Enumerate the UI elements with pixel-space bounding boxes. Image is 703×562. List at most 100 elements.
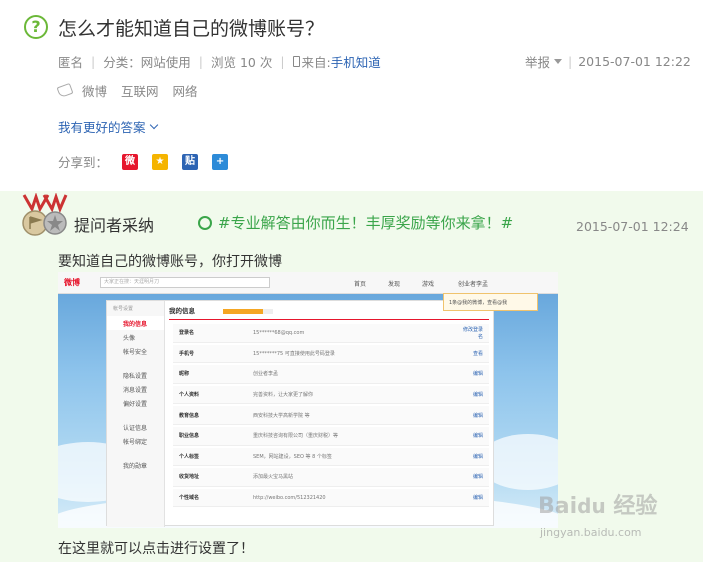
weibo-notice-popup: 1条@我的微博，查看@我 <box>443 293 538 311</box>
weibo-row-action: 编辑 <box>472 392 483 399</box>
promo-banner[interactable]: #专业解答由你而生！丰厚奖励等你来拿！# <box>198 212 513 233</box>
weibo-search: 大家正在搜：天涯明月刀 <box>100 277 270 288</box>
weibo-nav-item: 创业者李孟 <box>458 281 489 288</box>
weibo-sidebar: 帐号设置 我的信息 头像 帐号安全 隐私设置 消息设置 偏好设置 认证信息 帐号… <box>107 301 165 527</box>
baidu-watermark-url: jingyan.baidu.com <box>540 526 642 539</box>
more-share-icon[interactable]: + <box>212 153 229 170</box>
weibo-settings-panel: 帐号设置 我的信息 头像 帐号安全 隐私设置 消息设置 偏好设置 认证信息 帐号… <box>106 300 494 527</box>
share-label: 分享到： <box>58 155 109 170</box>
weibo-row-action: 编辑 <box>472 433 483 440</box>
better-answer-label: 我有更好的答案 <box>58 120 146 135</box>
weibo-logo: 微博 <box>64 278 80 287</box>
tag-item[interactable]: 网络 <box>173 81 198 100</box>
weibo-row-action: 编辑 <box>472 453 483 460</box>
weibo-info-row: 个性域名 http://weibo.com/512321420 编辑 <box>173 488 489 508</box>
weibo-share-icon[interactable]: 微 <box>122 153 139 170</box>
weibo-row-label: 个性域名 <box>179 495 200 502</box>
report-area: 举报 | 2015-07-01 12:22 <box>525 52 691 71</box>
weibo-row-value: SEM，网站建设，SEO 等 8 个标签 <box>253 453 332 460</box>
source-prefix: 来自: <box>301 55 331 70</box>
weibo-info-row: 职业信息 重庆科技咨询有限公司（重庆财税）等 编辑 <box>173 426 489 446</box>
weibo-side-item: 我的信息 <box>107 316 164 330</box>
weibo-row-label: 个人标签 <box>179 453 200 460</box>
tieba-share-icon[interactable]: 贴 <box>182 153 199 170</box>
accepted-label: 提问者采纳 <box>74 216 155 235</box>
weibo-row-action: 查看 <box>472 350 483 357</box>
promo-text: #专业解答由你而生！丰厚奖励等你来拿！# <box>218 214 514 232</box>
weibo-side-item: 帐号绑定 <box>123 439 148 446</box>
weibo-side-item: 我的勋章 <box>123 463 148 470</box>
weibo-row-value: http://weibo.com/512321420 <box>253 494 326 501</box>
weibo-nav-item: 游戏 <box>422 281 435 288</box>
category[interactable]: 分类：网站使用 <box>103 52 191 71</box>
answer-date: 2015-07-01 12:24 <box>576 219 689 234</box>
divider <box>169 319 489 320</box>
author: 匿名 <box>58 55 84 70</box>
weibo-row-label: 昵称 <box>179 371 190 378</box>
separator: | <box>91 54 96 69</box>
better-answer-link[interactable]: 我有更好的答案 <box>58 117 158 136</box>
tag-list: 微博 互联网 网络 <box>56 81 212 100</box>
weibo-side-item: 认证信息 <box>123 425 148 432</box>
tag-item[interactable]: 微博 <box>82 81 107 100</box>
weibo-row-label: 个人资料 <box>179 392 200 399</box>
weibo-row-value: 完善资料，让大家更了解你 <box>253 392 314 399</box>
chevron-down-icon <box>149 120 158 129</box>
weibo-sidebar-head: 帐号设置 <box>113 306 134 312</box>
weibo-row-label: 职业信息 <box>179 433 200 440</box>
answer-text: 要知道自己的微博账号，你打开微博 <box>58 254 282 270</box>
weibo-progress <box>223 309 273 314</box>
weibo-row-value: 创业者李孟 <box>253 371 279 378</box>
weibo-row-label: 收货地址 <box>179 474 200 481</box>
weibo-info-row: 手机号 15*******75 可直接使用此号码登录 查看 <box>173 344 489 364</box>
weibo-row-value: 西安科技大学高新学院 等 <box>253 412 310 419</box>
weibo-row-label: 登录名 <box>179 330 195 337</box>
separator: | <box>280 54 285 69</box>
weibo-row-action: 编辑 <box>472 371 483 378</box>
weibo-row-label: 手机号 <box>179 350 195 357</box>
weibo-info-row: 教育信息 西安科技大学高新学院 等 编辑 <box>173 406 489 425</box>
weibo-side-item: 隐私设置 <box>123 373 148 380</box>
weibo-row-action: 编辑 <box>472 474 483 481</box>
weibo-side-item: 头像 <box>123 335 136 342</box>
weibo-row-action: 修改登录名 <box>462 326 483 340</box>
weibo-topbar: 微博 大家正在搜：天涯明月刀 首页 发现 游戏 创业者李孟 <box>58 272 558 294</box>
separator: | <box>568 54 573 69</box>
separator: | <box>198 54 203 69</box>
weibo-row-action: 编辑 <box>472 412 483 419</box>
weibo-info-row: 收货地址 添加最火宝马黑站 编辑 <box>173 468 489 487</box>
tag-item[interactable]: 互联网 <box>121 81 159 100</box>
share-bar: 分享到： 微 ★ 贴 + <box>58 152 229 171</box>
weibo-nav-item: 首页 <box>354 281 367 288</box>
weibo-info-row: 昵称 创业者李孟 编辑 <box>173 365 489 384</box>
weibo-side-item: 消息设置 <box>123 387 148 394</box>
question-title: 怎么才能知道自己的微博账号？ <box>58 18 325 40</box>
weibo-info-row: 个人资料 完善资料，让大家更了解你 编辑 <box>173 385 489 405</box>
weibo-row-value: 15*******75 可直接使用此号码登录 <box>253 350 335 357</box>
weibo-row-label: 教育信息 <box>179 412 200 419</box>
phone-icon <box>292 56 300 67</box>
qzone-share-icon[interactable]: ★ <box>152 153 169 170</box>
weibo-main-title: 我的信息 <box>169 307 195 315</box>
answer-screenshot: 微博 大家正在搜：天涯明月刀 首页 发现 游戏 创业者李孟 帐号设置 我的信息 … <box>58 272 558 528</box>
chevron-down-icon[interactable] <box>554 59 563 64</box>
report-button[interactable]: 举报 <box>525 52 550 71</box>
award-icon <box>198 215 212 230</box>
source-link[interactable]: 手机知道 <box>331 52 381 71</box>
accepted-badge-icon <box>22 193 68 236</box>
weibo-info-row: 登录名 15******68@qq.com 修改登录名 <box>173 324 489 343</box>
baidu-watermark: Baidu 经验 <box>538 494 658 519</box>
tag-icon <box>56 82 74 99</box>
weibo-row-value: 添加最火宝马黑站 <box>253 474 294 481</box>
weibo-info-row: 个人标签 SEM，网站建设，SEO 等 8 个标签 编辑 <box>173 447 489 467</box>
answer-text: 在这里就可以点击进行设置了！ <box>58 541 254 557</box>
question-meta: 匿名 | 分类：网站使用 | 浏览 10 次 | 来自: 手机知道 <box>58 52 381 71</box>
weibo-side-item: 偏好设置 <box>123 401 148 408</box>
question-date: 2015-07-01 12:22 <box>578 54 691 69</box>
question-icon: ? <box>24 15 48 39</box>
weibo-info-rows: 登录名 15******68@qq.com 修改登录名手机号 15*******75 … <box>173 324 489 509</box>
weibo-row-value: 重庆科技咨询有限公司（重庆财税）等 <box>253 433 339 440</box>
weibo-row-value: 15******68@qq.com <box>253 329 305 336</box>
weibo-nav-item: 发现 <box>388 281 401 288</box>
views: 浏览 10 次 <box>210 55 273 70</box>
